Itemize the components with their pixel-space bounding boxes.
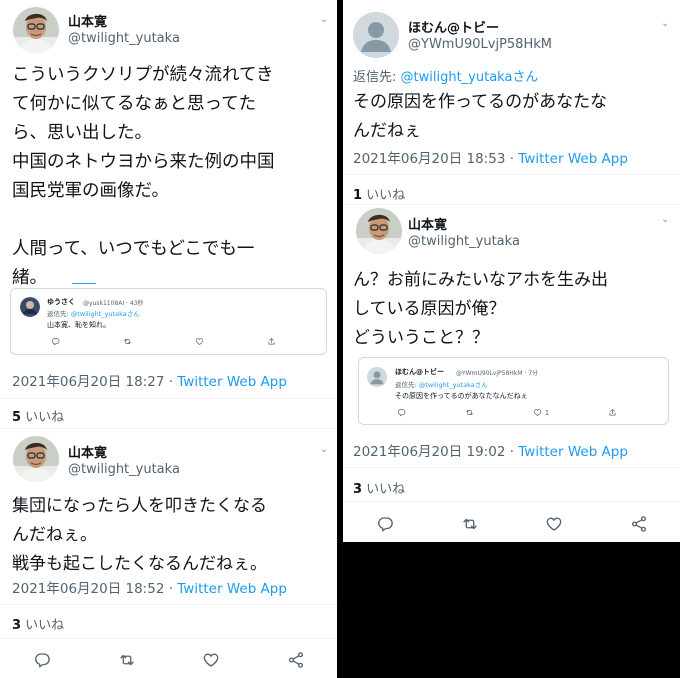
chevron-down-icon[interactable]: ⌄ — [320, 14, 328, 25]
divider — [343, 501, 680, 502]
likes-count[interactable]: 3 いいね — [12, 614, 64, 633]
quote-author-name: ほむん@トビー — [395, 368, 444, 376]
avatar[interactable] — [353, 12, 399, 58]
author-handle[interactable]: @twilight_yutaka — [68, 462, 180, 477]
likes-label: いいね — [21, 410, 65, 425]
tweet-body: ん？お前にみたいなアホを生み出 している原因が俺？ どういうこと？？ — [353, 270, 608, 348]
author-name[interactable]: 山本寛 — [68, 11, 107, 30]
reply-mention[interactable]: @twilight_yutakaさん — [71, 310, 140, 318]
quote-author-handle: @yusk1108AI · 43秒 — [83, 300, 144, 307]
author-handle[interactable]: @YWmU90LvjP58HkM — [408, 37, 552, 52]
source-link[interactable]: Twitter Web App — [518, 151, 628, 167]
author-name[interactable]: 山本寛 — [68, 442, 107, 461]
chevron-down-icon[interactable]: ⌄ — [661, 18, 669, 29]
likes-number: 3 — [12, 618, 22, 633]
author-name[interactable]: ほむん@トビー — [408, 17, 499, 36]
like-button[interactable]: 1 — [533, 408, 549, 417]
divider — [0, 428, 337, 429]
divider — [0, 398, 337, 399]
date[interactable]: 2021年06月20日 18:27 · — [12, 374, 177, 390]
reply-icon[interactable] — [51, 337, 60, 346]
likes-label: いいね — [362, 188, 406, 203]
like-icon[interactable] — [195, 337, 204, 346]
likes-number: 3 — [353, 482, 363, 497]
tweet-body: こういうクソリプが続々流れてき て何かに似てるなぁと思ってた ら、思い出した。 … — [12, 65, 275, 288]
author-handle[interactable]: @twilight_yutaka — [68, 31, 180, 46]
right-panel: ほむん@トビー @YWmU90LvjP58HkM ⌄ 返信先: @twiligh… — [343, 0, 680, 542]
chevron-down-icon[interactable]: ⌄ — [661, 214, 669, 225]
reply-prefix: 返信先: — [47, 310, 71, 318]
retweet-icon[interactable] — [459, 513, 481, 535]
left-panel: 山本寛 @twilight_yutaka ⌄ こういうクソリプが続々流れてき て… — [0, 0, 337, 678]
avatar[interactable] — [13, 436, 59, 482]
source-link[interactable]: Twitter Web App — [177, 581, 287, 597]
quote-text: 山本寛、恥を知れ。 — [47, 321, 111, 329]
likes-count[interactable]: 3 いいね — [353, 478, 405, 497]
tweet-body: その原因を作ってるのがあなたな んだねぇ — [353, 92, 608, 141]
retweet-icon[interactable] — [116, 649, 138, 671]
like-icon[interactable] — [543, 513, 565, 535]
tweet-timestamp: 2021年06月20日 18:53 · Twitter Web App — [353, 147, 628, 167]
likes-count[interactable]: 1 いいね — [353, 184, 405, 203]
quote-text: その原因を作ってるのがあなたなんだねぇ — [395, 392, 528, 400]
reply-mention[interactable]: @twilight_yutakaさん — [419, 381, 488, 389]
quote-author-name: ゆうさく — [47, 298, 75, 306]
indicator-line — [72, 283, 96, 284]
author-handle[interactable]: @twilight_yutaka — [408, 234, 520, 249]
quote-reply-line: 返信先: @twilight_yutakaさん — [47, 308, 140, 318]
source-link[interactable]: Twitter Web App — [177, 374, 287, 390]
tweet-timestamp: 2021年06月20日 18:27 · Twitter Web App — [12, 370, 287, 390]
quote-author-handle: @YWmU90LvjP58HkM · 7分 — [456, 370, 538, 377]
quote-actions: 1 — [397, 408, 617, 417]
reply-prefix: 返信先: — [353, 70, 401, 85]
divider — [0, 604, 337, 605]
retweet-icon[interactable] — [123, 337, 132, 346]
avatar — [20, 297, 40, 317]
reply-icon[interactable] — [31, 649, 53, 671]
source-link[interactable]: Twitter Web App — [518, 444, 628, 460]
likes-label: いいね — [21, 618, 65, 633]
reply-line: 返信先: @twilight_yutakaさん — [353, 66, 538, 85]
avatar[interactable] — [13, 7, 59, 53]
tweet-actions — [374, 513, 650, 535]
tweet-body: 集団になったら人を叩きたくなる んだねぇ。 戦争も起こしたくなるんだねぇ。 — [12, 496, 267, 574]
tweet-timestamp: 2021年06月20日 18:52 · Twitter Web App — [12, 577, 287, 597]
divider — [343, 467, 680, 468]
like-icon — [533, 408, 542, 417]
quoted-tweet[interactable]: ゆうさく @yusk1108AI · 43秒 返信先: @twilight_yu… — [10, 288, 327, 355]
like-icon[interactable] — [200, 649, 222, 671]
author-name[interactable]: 山本寛 — [408, 214, 447, 233]
divider — [343, 204, 680, 205]
likes-number: 5 — [12, 410, 22, 425]
chevron-down-icon[interactable]: ⌄ — [320, 444, 328, 455]
likes-label: いいね — [362, 482, 406, 497]
avatar — [367, 367, 387, 387]
like-count: 1 — [544, 408, 550, 417]
quoted-tweet[interactable]: ほむん@トビー @YWmU90LvjP58HkM · 7分 返信先: @twil… — [358, 357, 669, 425]
reply-prefix: 返信先: — [395, 381, 419, 389]
reply-icon[interactable] — [374, 513, 396, 535]
divider — [0, 638, 337, 639]
tweet-actions — [31, 649, 307, 671]
divider — [343, 174, 680, 175]
share-icon[interactable] — [608, 408, 617, 417]
date[interactable]: 2021年06月20日 18:53 · — [353, 151, 518, 167]
likes-count[interactable]: 5 いいね — [12, 406, 64, 425]
avatar[interactable] — [356, 208, 402, 254]
quote-actions — [51, 337, 276, 346]
share-icon[interactable] — [267, 337, 276, 346]
tweet-timestamp: 2021年06月20日 19:02 · Twitter Web App — [353, 440, 628, 460]
reply-mention[interactable]: @twilight_yutakaさん — [401, 70, 539, 85]
share-icon[interactable] — [285, 649, 307, 671]
date[interactable]: 2021年06月20日 18:52 · — [12, 581, 177, 597]
reply-icon[interactable] — [397, 408, 406, 417]
date[interactable]: 2021年06月20日 19:02 · — [353, 444, 518, 460]
likes-number: 1 — [353, 188, 363, 203]
quote-reply-line: 返信先: @twilight_yutakaさん — [395, 379, 488, 389]
share-icon[interactable] — [628, 513, 650, 535]
retweet-icon[interactable] — [465, 408, 474, 417]
